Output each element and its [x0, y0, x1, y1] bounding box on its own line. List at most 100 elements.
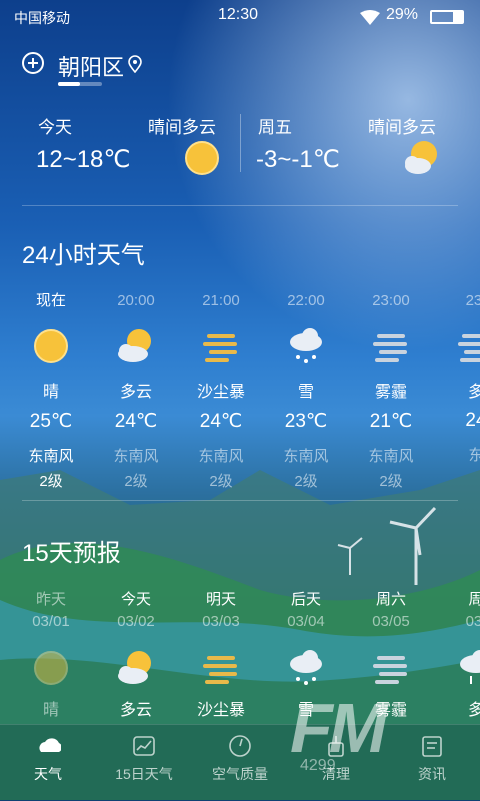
- haze-icon: [373, 656, 407, 684]
- hour-condition: 沙尘暴: [196, 384, 245, 401]
- hour-wind-level: 2级: [124, 473, 148, 490]
- tab-chart[interactable]: 15日天气: [96, 734, 192, 784]
- hour-temp: 25℃: [29, 411, 73, 432]
- tomorrow-condition: 晴间多云: [368, 118, 436, 137]
- daily-item[interactable]: 昨天 03/01 晴: [8, 588, 94, 720]
- hour-wind-level: 2级: [209, 473, 233, 490]
- tab-news[interactable]: 资讯: [384, 734, 480, 784]
- daily-item[interactable]: 周 03/多: [433, 588, 480, 720]
- day-name: 昨天: [35, 591, 66, 608]
- watermark-subtext: 4299: [300, 757, 336, 774]
- day-condition: 沙尘暴: [196, 702, 245, 719]
- daily-item[interactable]: 明天 03/03 沙尘暴: [178, 588, 264, 720]
- hourly-item[interactable]: 现在晴 25℃ 东南风 2级: [8, 290, 94, 491]
- divider: [22, 500, 458, 501]
- tomorrow-label: 周五: [258, 118, 292, 137]
- tab-gauge[interactable]: 空气质量: [192, 734, 288, 784]
- hour-time: 现在: [35, 292, 66, 309]
- day-name: 明天: [205, 591, 236, 608]
- day-date: 03/05: [372, 613, 410, 630]
- hour-temp: 21℃: [369, 411, 413, 432]
- hour-wind-dir: 东南风: [198, 448, 244, 465]
- hour-time: 21:00: [202, 292, 240, 309]
- battery-percent: 29%: [386, 6, 419, 23]
- today-condition: 晴间多云: [148, 118, 216, 137]
- status-bar: 中国移动 12:30 29%: [0, 6, 480, 30]
- haze-icon: [373, 334, 407, 362]
- divider: [22, 205, 458, 206]
- day-name: 周: [468, 591, 480, 608]
- hour-time: 20:00: [117, 292, 155, 309]
- day-date: 03/03: [202, 613, 240, 630]
- tab-cloud[interactable]: 天气: [0, 734, 96, 784]
- partly-cloudy-icon: [118, 651, 151, 684]
- sun-icon: [34, 329, 68, 363]
- hour-time: 23:: [465, 292, 480, 309]
- rain-icon: [460, 650, 480, 684]
- hour-temp: 24℃: [114, 411, 158, 432]
- tab-label: 天气: [34, 766, 62, 782]
- hour-wind-level: 2级: [379, 473, 403, 490]
- day-condition: 多: [467, 702, 480, 719]
- hour-time: 22:00: [287, 292, 325, 309]
- city-name[interactable]: 朝阳区: [58, 50, 124, 82]
- tab-label: 空气质量: [212, 766, 268, 782]
- daily-title: 15天预报: [22, 540, 121, 567]
- hour-wind-dir: 东南风: [283, 448, 329, 465]
- day-date: 03/04: [287, 613, 325, 630]
- day-name: 今天: [120, 591, 151, 608]
- hour-temp: 24: [465, 410, 480, 431]
- today-label: 今天: [38, 118, 72, 137]
- location-pin-icon: [128, 55, 142, 73]
- day-date: 03/: [465, 613, 480, 630]
- hour-temp: 24℃: [199, 411, 243, 432]
- hour-time: 23:00: [372, 292, 410, 309]
- hourly-item[interactable]: 23:00 雾霾 21℃ 东南风 2级: [348, 290, 434, 491]
- day-name: 后天: [290, 591, 321, 608]
- hourly-item[interactable]: 22:00 雪 23℃ 东南风 2级: [263, 290, 349, 491]
- hourly-item[interactable]: 23: 多 24 东: [433, 290, 480, 469]
- page-indicator: [58, 82, 102, 86]
- hour-wind-level: 2级: [39, 473, 63, 490]
- gauge-icon: [229, 735, 251, 757]
- snow-icon: [290, 328, 322, 363]
- hour-wind-dir: 东南风: [113, 448, 159, 465]
- hour-condition: 晴: [42, 384, 59, 401]
- hour-wind-level: 2级: [294, 473, 318, 490]
- haze-icon: [458, 334, 480, 362]
- wifi-icon: [360, 10, 380, 25]
- clock: 12:30: [218, 6, 259, 23]
- hourly-item[interactable]: 21:00 沙尘暴 24℃ 东南风 2级: [178, 290, 264, 491]
- day-name: 周六: [375, 591, 406, 608]
- sandstorm-icon: [203, 334, 237, 362]
- snow-icon: [290, 650, 322, 685]
- hourly-title: 24小时天气: [22, 242, 145, 269]
- news-icon: [422, 736, 442, 757]
- partly-cloudy-icon: [405, 141, 437, 174]
- hourly-item[interactable]: 20:00 多云 24℃ 东南风 2级: [93, 290, 179, 491]
- hour-condition: 多云: [119, 384, 152, 401]
- day-condition: 晴: [42, 702, 59, 719]
- today-temp: 12~18℃: [36, 146, 131, 173]
- day-condition: 多云: [119, 702, 152, 719]
- hour-condition: 雪: [297, 384, 314, 401]
- daily-item[interactable]: 今天 03/02 多云: [93, 588, 179, 720]
- hour-wind-dir: 东南风: [368, 448, 414, 465]
- tomorrow-temp: -3~-1℃: [256, 146, 340, 173]
- watermark-logo: FM: [290, 689, 387, 767]
- sun-icon: [34, 651, 68, 685]
- summary-divider: [240, 114, 241, 172]
- add-city-button[interactable]: [22, 52, 44, 74]
- tab-label: 15日天气: [115, 766, 173, 782]
- day-date: 03/02: [117, 613, 155, 630]
- partly-cloudy-icon: [118, 329, 151, 362]
- sandstorm-icon: [203, 656, 237, 684]
- sun-icon: [185, 141, 219, 175]
- carrier-name: 中国移动: [14, 10, 70, 26]
- cloud-icon: [39, 738, 61, 752]
- battery-icon: [430, 10, 464, 24]
- hour-condition: 雾霾: [374, 384, 407, 401]
- tab-label: 资讯: [418, 766, 446, 782]
- chart-icon: [133, 736, 155, 756]
- hour-wind-dir: 东: [468, 447, 480, 464]
